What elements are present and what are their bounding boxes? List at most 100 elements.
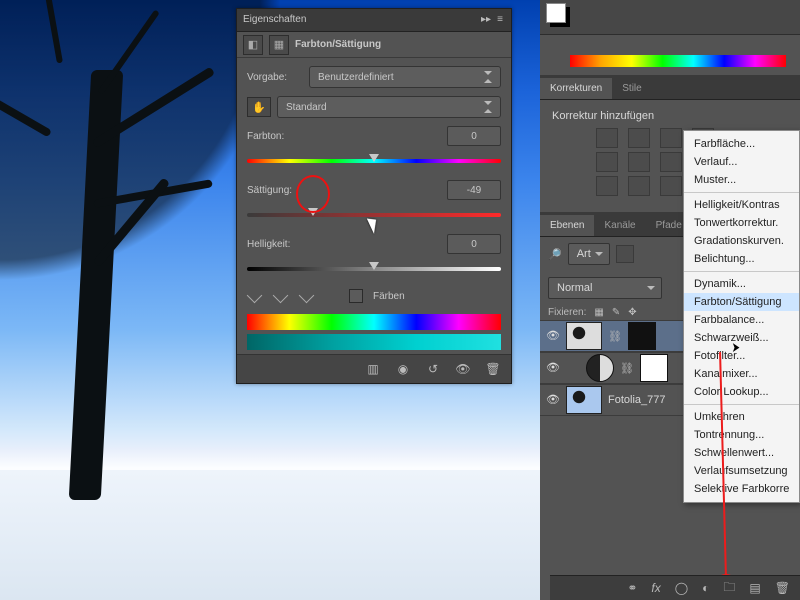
menu-item[interactable]: Farbbalance... bbox=[684, 311, 799, 329]
tab-stile[interactable]: Stile bbox=[612, 78, 651, 99]
hue-thumb[interactable] bbox=[369, 154, 379, 162]
mask-props-icon[interactable]: ▦ bbox=[269, 35, 289, 55]
hue-slider[interactable] bbox=[247, 154, 501, 166]
new-layer-icon[interactable]: ▤ bbox=[749, 581, 760, 595]
menu-item[interactable]: Muster... bbox=[684, 171, 799, 189]
preset-label: Vorgabe: bbox=[247, 72, 303, 83]
properties-panel: Eigenschaften ▸▸ ≡ ◧ ▦ Farbton/Sättigung… bbox=[236, 8, 512, 384]
layer-thumb[interactable] bbox=[566, 322, 602, 350]
menu-item[interactable]: Tontrennung... bbox=[684, 426, 799, 444]
hue-value[interactable]: 0 bbox=[447, 126, 501, 146]
menu-item[interactable]: Farbton/Sättigung bbox=[684, 293, 799, 311]
collapse-icon[interactable]: ▸▸ bbox=[479, 13, 493, 27]
layer-mask-thumb[interactable] bbox=[640, 354, 668, 382]
spectrum-result bbox=[247, 334, 501, 350]
layer-thumb[interactable] bbox=[566, 386, 602, 414]
adjustment-thumb[interactable] bbox=[586, 354, 614, 382]
visibility-icon[interactable]: 👁 bbox=[455, 361, 471, 377]
tab-kanaele[interactable]: Kanäle bbox=[594, 215, 645, 236]
menu-item[interactable]: Umkehren bbox=[684, 404, 799, 426]
mask-icon[interactable]: ◯ bbox=[675, 581, 688, 595]
menu-cursor: ➤ bbox=[732, 339, 740, 356]
fg-bg-swatch[interactable] bbox=[550, 7, 570, 27]
brightness-icon[interactable] bbox=[596, 128, 618, 148]
eye-icon[interactable]: 👁 bbox=[546, 361, 560, 375]
curves-icon[interactable] bbox=[660, 128, 682, 148]
layer-mask-thumb[interactable] bbox=[628, 322, 656, 350]
filter-pix-icon[interactable] bbox=[616, 245, 634, 263]
properties-title-text: Eigenschaften bbox=[241, 14, 479, 25]
menu-item[interactable]: Schwellenwert... bbox=[684, 444, 799, 462]
tab-korrekturen[interactable]: Korrekturen bbox=[540, 78, 612, 99]
link-layers-icon[interactable]: ⚭ bbox=[627, 581, 637, 595]
sat-value[interactable]: -49 bbox=[447, 180, 501, 200]
spectrum-source bbox=[247, 314, 501, 330]
eyedropper-icon[interactable] bbox=[247, 288, 263, 304]
menu-item[interactable]: Color Lookup... bbox=[684, 383, 799, 401]
menu-item[interactable]: Schwarzweiß... bbox=[684, 329, 799, 347]
menu-item[interactable]: Fotofilter... bbox=[684, 347, 799, 365]
layers-bottom-bar: ⚭ fx ◯ ◐ 🗀 ▤ 🗑 bbox=[550, 575, 800, 600]
eye-icon[interactable]: 👁 bbox=[546, 393, 560, 407]
eyedropper-sub-icon[interactable] bbox=[299, 288, 315, 304]
folder-icon[interactable]: 🗀 bbox=[723, 578, 735, 599]
menu-item[interactable]: Tonwertkorrektur. bbox=[684, 214, 799, 232]
menu-item[interactable]: Kanalmixer... bbox=[684, 365, 799, 383]
threshold-icon[interactable] bbox=[660, 176, 682, 196]
menu-item[interactable]: Belichtung... bbox=[684, 250, 799, 268]
menu-item[interactable]: Selektive Farbkorre bbox=[684, 480, 799, 498]
adjustment-icon: ◧ bbox=[243, 35, 263, 55]
properties-subtitle: ◧ ▦ Farbton/Sättigung bbox=[237, 32, 511, 59]
channel-select[interactable]: Standard bbox=[277, 96, 501, 118]
properties-footer: ▥ ◉ ↺ 👁 🗑 bbox=[237, 354, 511, 383]
hand-scrub-icon[interactable]: ✋ bbox=[247, 97, 271, 117]
vibrance-icon[interactable] bbox=[596, 152, 618, 172]
layer-name[interactable]: Fotolia_777 bbox=[608, 394, 666, 406]
new-adjustment-icon[interactable]: ◐ bbox=[702, 581, 709, 595]
clip-icon[interactable]: ▥ bbox=[365, 361, 381, 377]
lock-paint-icon[interactable]: ✎ bbox=[612, 307, 620, 318]
reset-icon[interactable]: ↺ bbox=[425, 361, 441, 377]
eye-icon[interactable]: 👁 bbox=[546, 329, 560, 343]
fix-label: Fixieren: bbox=[548, 307, 586, 318]
blend-mode-select[interactable]: Normal bbox=[548, 277, 662, 299]
invert-icon[interactable] bbox=[596, 176, 618, 196]
panel-menu-icon[interactable]: ≡ bbox=[493, 13, 507, 27]
lig-slider[interactable] bbox=[247, 262, 501, 274]
menu-item[interactable]: Gradationskurven. bbox=[684, 232, 799, 250]
menu-item[interactable]: Farbfläche... bbox=[684, 135, 799, 153]
menu-item[interactable]: Dynamik... bbox=[684, 271, 799, 293]
prev-state-icon[interactable]: ◉ bbox=[395, 361, 411, 377]
menu-item[interactable]: Verlauf... bbox=[684, 153, 799, 171]
lig-thumb[interactable] bbox=[369, 262, 379, 270]
poster-icon[interactable] bbox=[628, 176, 650, 196]
korr-heading: Korrektur hinzufügen bbox=[552, 110, 800, 122]
lock-move-icon[interactable]: ✥ bbox=[628, 307, 636, 318]
highlight-ring bbox=[296, 175, 330, 213]
trash-icon[interactable]: 🗑 bbox=[485, 361, 501, 377]
adjustment-context-menu: Farbfläche...Verlauf...Muster... Helligke… bbox=[683, 130, 800, 503]
lock-pixels-icon[interactable]: ▦ bbox=[594, 307, 603, 318]
layer-filter-select[interactable]: Art bbox=[568, 243, 610, 265]
color-strip[interactable] bbox=[570, 55, 786, 67]
trash-icon[interactable]: 🗑 bbox=[775, 581, 790, 595]
colorize-checkbox[interactable] bbox=[349, 289, 363, 303]
menu-item[interactable]: Helligkeit/Kontras bbox=[684, 192, 799, 214]
photo-snow bbox=[0, 470, 540, 600]
sat-label: Sättigung: bbox=[247, 185, 303, 196]
lig-value[interactable]: 0 bbox=[447, 234, 501, 254]
link-icon: ⛓ bbox=[620, 362, 634, 375]
tab-ebenen[interactable]: Ebenen bbox=[540, 215, 594, 236]
link-icon: ⛓ bbox=[608, 330, 622, 343]
fx-icon[interactable]: fx bbox=[651, 581, 660, 595]
properties-titlebar[interactable]: Eigenschaften ▸▸ ≡ bbox=[237, 9, 511, 32]
colorize-label: Färben bbox=[373, 291, 405, 302]
balance-icon[interactable] bbox=[660, 152, 682, 172]
levels-icon[interactable] bbox=[628, 128, 650, 148]
properties-subtitle-text: Farbton/Sättigung bbox=[295, 39, 381, 50]
huesat-icon[interactable] bbox=[628, 152, 650, 172]
menu-item[interactable]: Verlaufsumsetzung bbox=[684, 462, 799, 480]
toolbar-top bbox=[540, 0, 800, 35]
preset-select[interactable]: Benutzerdefiniert bbox=[309, 66, 501, 88]
eyedropper-add-icon[interactable] bbox=[273, 288, 289, 304]
